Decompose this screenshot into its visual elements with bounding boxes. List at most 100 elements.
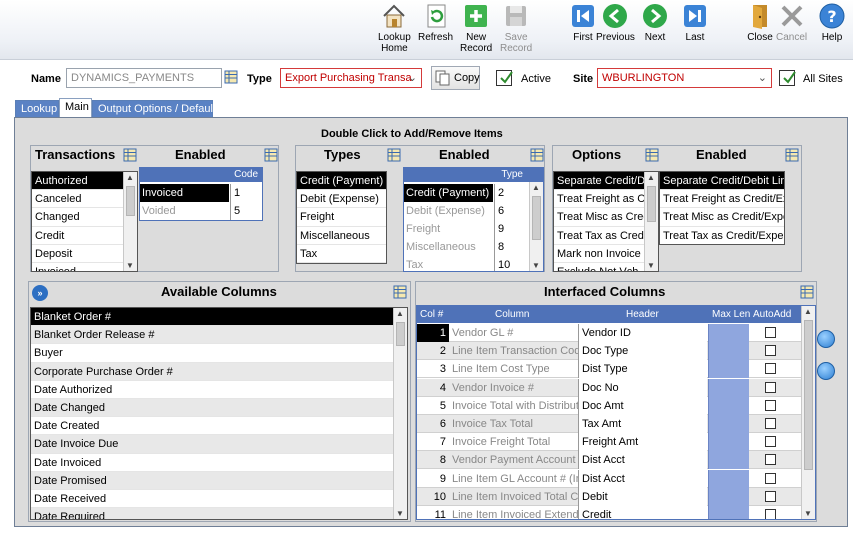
- enabled-item[interactable]: Tax: [404, 256, 493, 271]
- header-cell[interactable]: Tax Amt: [578, 415, 707, 433]
- move-right-icon[interactable]: »: [32, 285, 48, 301]
- grid-icon[interactable]: [387, 148, 401, 162]
- header-cell[interactable]: Doc Type: [578, 342, 707, 361]
- scrollbar[interactable]: ▲ ▼: [529, 182, 543, 271]
- maxlen-cell[interactable]: [708, 451, 749, 470]
- list-item[interactable]: Treat Tax as Credit: [554, 227, 658, 245]
- types-list[interactable]: Credit (Payment) Debit (Expense) Freight…: [296, 171, 387, 264]
- options-list[interactable]: Separate Credit/De Treat Freight as Cr T…: [553, 171, 659, 272]
- enabled-item[interactable]: Treat Misc as Credit/Exper: [660, 208, 784, 227]
- enabled-item[interactable]: Treat Tax as Credit/Expens: [660, 227, 784, 244]
- enabled-item[interactable]: Voided: [140, 202, 229, 220]
- tab-main[interactable]: Main: [59, 98, 92, 118]
- list-item[interactable]: Date Invoice Due: [31, 435, 407, 454]
- header-cell[interactable]: Doc No: [578, 378, 707, 397]
- available-columns-list[interactable]: Blanket Order # Blanket Order Release # …: [30, 307, 408, 520]
- tab-output-options[interactable]: Output Options / Defaults: [92, 100, 222, 118]
- header-cell[interactable]: Dist Acct: [578, 469, 707, 488]
- list-item[interactable]: Blanket Order Release #: [31, 326, 407, 345]
- autoadd-checkbox[interactable]: [765, 490, 776, 502]
- list-item[interactable]: Blanket Order #: [31, 308, 407, 327]
- table-row[interactable]: 8 Vendor Payment Account Dist Acct: [417, 451, 803, 470]
- name-field[interactable]: DYNAMICS_PAYMENTS: [66, 68, 222, 88]
- list-item[interactable]: Deposit: [32, 245, 137, 263]
- autoadd-checkbox[interactable]: [765, 399, 776, 411]
- list-item[interactable]: Canceled: [32, 190, 137, 209]
- header-cell[interactable]: Debit: [578, 487, 707, 506]
- list-item[interactable]: Freight: [297, 208, 386, 227]
- all-sites-checkbox[interactable]: [779, 70, 796, 86]
- list-item[interactable]: Date Changed: [31, 398, 407, 418]
- maxlen-cell[interactable]: [708, 324, 749, 342]
- last-button[interactable]: Last: [681, 2, 709, 43]
- type-cell[interactable]: 10: [494, 256, 527, 271]
- table-row[interactable]: 5 Invoice Total with Distributio Doc Amt: [417, 396, 803, 415]
- site-select[interactable]: WBURLINGTON ⌄: [597, 68, 772, 88]
- table-row[interactable]: 4 Vendor Invoice # Doc No: [417, 378, 803, 397]
- autoadd-checkbox[interactable]: [765, 381, 776, 393]
- list-item[interactable]: Authorized: [32, 172, 137, 191]
- previous-button[interactable]: Previous: [596, 2, 635, 43]
- list-item[interactable]: Miscellaneous: [297, 227, 386, 245]
- column-cell[interactable]: Line Item Invoiced Total Co: [449, 488, 578, 506]
- maxlen-cell[interactable]: [708, 342, 749, 361]
- maxlen-cell[interactable]: [708, 469, 749, 488]
- column-cell[interactable]: Vendor Invoice #: [449, 379, 578, 397]
- list-item[interactable]: Treat Misc as Cred: [554, 208, 658, 227]
- list-item[interactable]: Invoiced: [32, 263, 137, 271]
- autoadd-checkbox[interactable]: [765, 363, 776, 375]
- grid-icon[interactable]: [123, 148, 137, 162]
- next-button[interactable]: Next: [641, 2, 669, 43]
- type-cell[interactable]: 8: [494, 238, 527, 256]
- enabled-item[interactable]: Separate Credit/Debit Line: [660, 172, 784, 191]
- list-item[interactable]: Date Required: [31, 508, 407, 519]
- header-cell[interactable]: Dist Type: [578, 360, 707, 379]
- list-item[interactable]: Debit (Expense): [297, 190, 386, 209]
- maxlen-cell[interactable]: [708, 360, 749, 379]
- table-row[interactable]: 1 Vendor GL # Vendor ID: [417, 324, 803, 342]
- scrollbar[interactable]: ▲ ▼: [393, 308, 407, 519]
- code-cell[interactable]: 1: [230, 184, 262, 202]
- maxlen-cell[interactable]: [708, 396, 749, 415]
- list-item[interactable]: Tax: [297, 245, 386, 263]
- maxlen-cell[interactable]: [708, 378, 749, 397]
- cancel-button[interactable]: Cancel: [776, 2, 807, 43]
- scrollbar[interactable]: ▲ ▼: [123, 172, 137, 271]
- header-cell[interactable]: Credit: [578, 506, 707, 519]
- column-cell[interactable]: Line Item Transaction Code: [449, 342, 578, 360]
- table-row[interactable]: 7 Invoice Freight Total Freight Amt: [417, 433, 803, 452]
- table-row[interactable]: 6 Invoice Tax Total Tax Amt: [417, 415, 803, 433]
- list-item[interactable]: Separate Credit/De: [554, 172, 658, 191]
- column-cell[interactable]: Line Item Invoiced Extende: [449, 506, 578, 519]
- table-row[interactable]: 10 Line Item Invoiced Total Co Debit: [417, 487, 803, 506]
- column-cell[interactable]: Vendor GL #: [449, 324, 578, 342]
- scrollbar[interactable]: ▲ ▼: [801, 306, 815, 519]
- move-up-icon[interactable]: [817, 330, 835, 348]
- autoadd-checkbox[interactable]: [765, 454, 776, 466]
- type-cell[interactable]: 6: [494, 202, 527, 220]
- save-record-button[interactable]: Save Record: [500, 2, 532, 54]
- grid-icon[interactable]: [264, 148, 278, 162]
- list-item[interactable]: Mark non Invoice tr: [554, 245, 658, 263]
- autoadd-checkbox[interactable]: [765, 327, 776, 338]
- autoadd-checkbox[interactable]: [765, 345, 776, 357]
- list-item[interactable]: Buyer: [31, 344, 407, 363]
- grid-icon[interactable]: [645, 148, 659, 162]
- maxlen-cell[interactable]: [708, 415, 749, 433]
- active-checkbox[interactable]: [496, 70, 513, 86]
- list-item[interactable]: Corporate Purchase Order #: [31, 362, 407, 381]
- column-cell[interactable]: Invoice Freight Total: [449, 433, 578, 451]
- maxlen-cell[interactable]: [708, 487, 749, 506]
- interfaced-columns-grid[interactable]: Col # Column Header Max Len AutoAdd 1 Ven…: [416, 305, 816, 520]
- column-cell[interactable]: Line Item GL Account # (Inv: [449, 470, 578, 488]
- types-enabled-list[interactable]: Type Credit (Payment) 2 Debit (Expense) …: [403, 167, 544, 272]
- list-item[interactable]: Date Promised: [31, 471, 407, 490]
- maxlen-cell[interactable]: [708, 506, 749, 519]
- transactions-enabled-list[interactable]: Code Invoiced 1 Voided 5: [139, 167, 263, 221]
- header-cell[interactable]: Vendor ID: [578, 324, 707, 342]
- lookup-grid-icon[interactable]: [224, 70, 238, 84]
- column-cell[interactable]: Vendor Payment Account: [449, 451, 578, 469]
- column-cell[interactable]: Invoice Tax Total: [449, 415, 578, 433]
- lookup-home-button[interactable]: Lookup Home: [378, 2, 411, 54]
- grid-icon[interactable]: [800, 285, 814, 299]
